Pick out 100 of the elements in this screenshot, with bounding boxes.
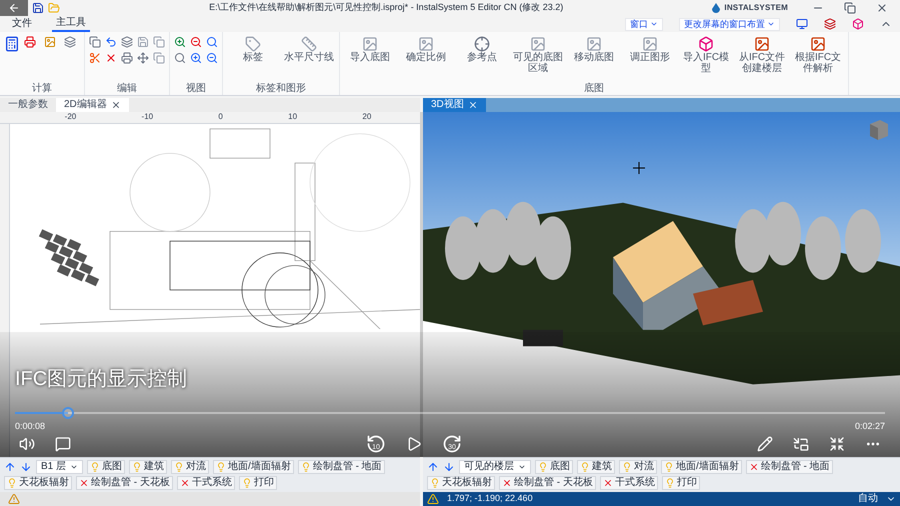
bulb-icon bbox=[664, 462, 674, 472]
progress-track[interactable] bbox=[15, 406, 885, 418]
scissors-icon[interactable] bbox=[89, 52, 101, 64]
caret-icon bbox=[767, 20, 775, 28]
delete-icon[interactable] bbox=[105, 52, 117, 64]
copy-icon[interactable] bbox=[153, 52, 165, 64]
drop-logo-icon bbox=[712, 3, 720, 13]
back-button[interactable] bbox=[0, 0, 28, 16]
bulb-icon bbox=[132, 462, 142, 472]
layer-toggle[interactable]: 天花板辐射 bbox=[427, 476, 495, 490]
bulb-icon bbox=[538, 462, 548, 472]
layer-toggle[interactable]: 干式系统 bbox=[176, 476, 235, 490]
window-menu-button[interactable]: 更改屏幕的窗口布置 bbox=[679, 18, 780, 30]
layer-toggle[interactable]: 底图 bbox=[535, 460, 573, 474]
play-icon[interactable] bbox=[406, 436, 422, 452]
restore-icon[interactable] bbox=[844, 2, 856, 14]
floor-dropdown[interactable]: B1 层 bbox=[36, 460, 84, 474]
layer-toggle[interactable]: 地面/墙面辐射 bbox=[661, 460, 742, 474]
undo-icon[interactable] bbox=[105, 36, 117, 48]
arrow-down-icon[interactable] bbox=[20, 461, 32, 473]
layers-icon[interactable] bbox=[824, 18, 836, 30]
layer-toggle[interactable]: 建筑 bbox=[577, 460, 615, 474]
zoom-out-icon[interactable] bbox=[206, 52, 218, 64]
zoom-in-icon[interactable] bbox=[190, 52, 202, 64]
bulb-icon bbox=[174, 462, 184, 472]
window-menu-button[interactable]: 窗口 bbox=[625, 18, 663, 30]
ribbon-button[interactable]: 调正图形 bbox=[624, 36, 676, 63]
arrow-up-icon[interactable] bbox=[4, 461, 16, 473]
image-icon[interactable] bbox=[44, 36, 56, 48]
layer-toggle[interactable]: 建筑 bbox=[129, 460, 168, 474]
ribbon-button[interactable]: 从IFC文件创建楼层 bbox=[736, 36, 788, 74]
miniplayer-icon[interactable] bbox=[793, 436, 809, 452]
layer-toggle[interactable]: 对流 bbox=[171, 460, 210, 474]
layer-toggle[interactable]: 底图 bbox=[87, 460, 126, 474]
cross-icon bbox=[602, 478, 613, 488]
ribbon-tab[interactable]: 文件 bbox=[8, 17, 36, 31]
copy-icon[interactable] bbox=[89, 36, 101, 48]
arrow-up-icon[interactable] bbox=[427, 461, 439, 473]
copy-icon[interactable] bbox=[153, 36, 165, 48]
cube-icon[interactable] bbox=[852, 18, 864, 30]
layer-toggle[interactable]: 打印 bbox=[238, 476, 277, 490]
caret-icon bbox=[518, 463, 526, 471]
layer-toggle[interactable]: 天花板辐射 bbox=[4, 476, 72, 490]
volume-icon[interactable] bbox=[19, 436, 35, 452]
cross-icon bbox=[79, 478, 89, 488]
layers-icon[interactable] bbox=[64, 36, 76, 48]
ribbon-button[interactable]: 参考点 bbox=[456, 36, 508, 63]
layer-toggle[interactable]: 绘制盘管 - 地面 bbox=[746, 460, 833, 474]
layer-toggle[interactable]: 绘制盘管 - 地面 bbox=[298, 460, 385, 474]
zoom-out-icon[interactable] bbox=[190, 36, 202, 48]
cross-icon bbox=[180, 478, 190, 488]
ribbon-button[interactable]: 根据IFC文件解析 bbox=[792, 36, 844, 74]
image-icon bbox=[642, 36, 658, 52]
subtitles-icon[interactable] bbox=[55, 436, 71, 452]
caret-icon bbox=[70, 463, 78, 471]
close-icon[interactable] bbox=[110, 100, 121, 110]
shrink-icon[interactable] bbox=[829, 436, 845, 452]
warning-icon[interactable] bbox=[427, 493, 439, 505]
coordinates-text: 1.797; -1.190; 22.460 bbox=[447, 492, 534, 506]
ribbon-group-label: 标签和图形 bbox=[255, 83, 307, 95]
arrow-down-icon[interactable] bbox=[443, 461, 455, 473]
calculator-icon[interactable] bbox=[4, 36, 20, 52]
bulb-icon bbox=[664, 478, 675, 488]
bulb-icon bbox=[622, 462, 632, 472]
save-icon[interactable] bbox=[32, 2, 44, 14]
printer-icon[interactable] bbox=[24, 36, 36, 48]
layer-toggle[interactable]: 地面/墙面辐射 bbox=[213, 460, 294, 474]
move-icon[interactable] bbox=[137, 52, 149, 64]
search-icon[interactable] bbox=[206, 36, 218, 48]
printer-icon[interactable] bbox=[121, 52, 133, 64]
layers-icon[interactable] bbox=[121, 36, 133, 48]
search-icon[interactable] bbox=[174, 52, 186, 64]
layer-toggle[interactable]: 绘制盘管 - 天花板 bbox=[499, 476, 596, 490]
floor-dropdown[interactable]: 可见的楼层 bbox=[459, 460, 531, 474]
ribbon-button[interactable]: 可见的底图区域 bbox=[512, 36, 564, 74]
monitor-icon[interactable] bbox=[796, 18, 808, 30]
layer-toggle[interactable]: 对流 bbox=[619, 460, 657, 474]
document-tab[interactable]: 2D编辑器 bbox=[56, 98, 129, 112]
bulb-icon bbox=[90, 462, 100, 472]
ribbon-group-label: 计算 bbox=[31, 83, 53, 95]
ruler-icon bbox=[301, 36, 317, 52]
progress-thumb[interactable] bbox=[62, 406, 74, 418]
ribbon-button[interactable]: 移动底图 bbox=[568, 36, 620, 63]
zoom-in-icon[interactable] bbox=[174, 36, 186, 48]
ribbon-button[interactable]: 水平尺寸线 bbox=[283, 36, 335, 63]
ribbon-button[interactable]: 标签 bbox=[227, 36, 279, 63]
layer-toggle[interactable]: 打印 bbox=[662, 476, 700, 490]
document-tab[interactable]: 3D视图 bbox=[423, 98, 486, 112]
status-mode[interactable]: 自动 bbox=[858, 493, 878, 505]
document-tab[interactable]: 一般参数 bbox=[0, 98, 56, 112]
close-icon[interactable] bbox=[468, 100, 478, 110]
ribbon-button[interactable]: 确定比例 bbox=[400, 36, 452, 63]
ribbon-button[interactable]: 导入IFC模型 bbox=[680, 36, 732, 74]
pencil-icon[interactable] bbox=[757, 436, 773, 452]
layer-toggle[interactable]: 干式系统 bbox=[600, 476, 658, 490]
ruler-label: 10 bbox=[288, 112, 298, 123]
layer-toggle[interactable]: 绘制盘管 - 天花板 bbox=[76, 476, 173, 490]
ribbon-button[interactable]: 导入底图 bbox=[344, 36, 396, 63]
close-icon[interactable] bbox=[876, 2, 888, 14]
elapsed-time: 0:00:08 bbox=[15, 420, 46, 432]
